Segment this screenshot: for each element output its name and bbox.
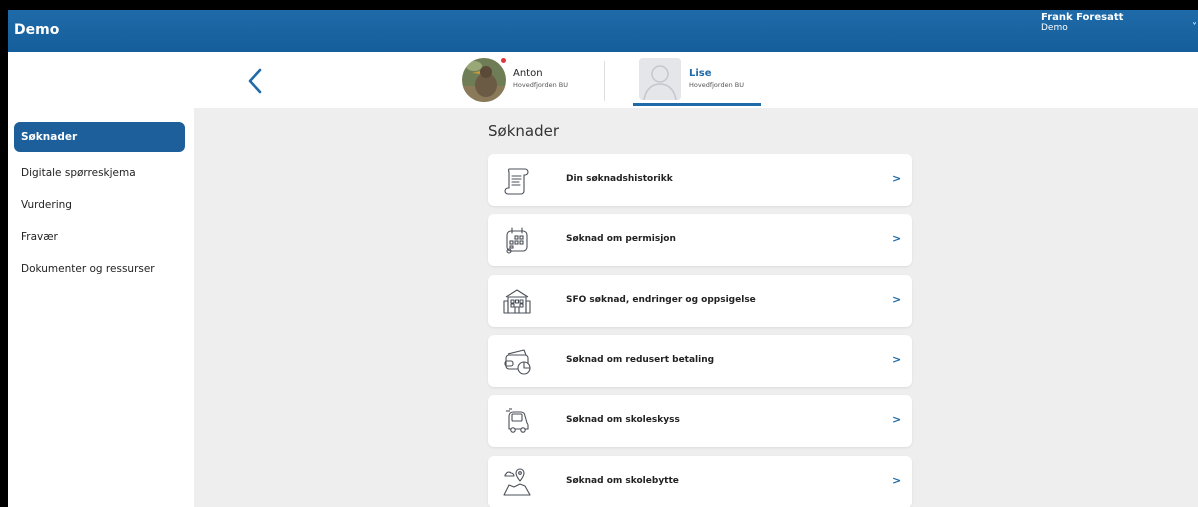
child-selector: Anton Hovedfjorden BU Lise Hovedfjorden … [8, 52, 1198, 108]
child-unit: Hovedfjorden BU [513, 81, 568, 89]
wallet-icon [504, 349, 531, 375]
card-label: Søknad om redusert betaling [566, 355, 715, 365]
back-button[interactable] [244, 66, 268, 96]
card-sfo[interactable]: SFO søknad, endringer og oppsigelse > [488, 275, 912, 327]
chevron-right-icon: > [892, 293, 902, 306]
card-label: Søknad om skolebytte [566, 476, 679, 486]
card-redusert-betaling[interactable]: Søknad om redusert betaling > [488, 335, 912, 387]
sidebar-item-digitale-sporreskjema[interactable]: Digitale spørreskjema [14, 158, 185, 188]
chevron-right-icon: > [892, 413, 902, 426]
card-soknadshistorikk[interactable]: Din søknadshistorikk > [488, 154, 912, 206]
user-org: Demo [1041, 23, 1068, 33]
card-skoleskyss[interactable]: Søknad om skoleskyss > [488, 395, 912, 447]
top-bar: Demo Frank Foresatt Demo ˅ [8, 10, 1198, 52]
chevron-right-icon: > [892, 172, 902, 185]
notification-badge [500, 57, 507, 64]
divider [604, 61, 605, 101]
school-building-icon [503, 289, 531, 314]
sidebar-item-fravaer[interactable]: Fravær [14, 222, 185, 252]
sidebar-item-vurdering[interactable]: Vurdering [14, 190, 185, 220]
card-label: Din søknadshistorikk [566, 174, 673, 184]
sidebar: Søknader Digitale spørreskjema Vurdering… [8, 108, 194, 507]
card-label: Søknad om permisjon [566, 234, 676, 244]
chevron-right-icon: > [892, 474, 902, 487]
avatar-placeholder-icon [639, 58, 681, 100]
app-window: Demo Frank Foresatt Demo ˅ Anton Hovedfj… [8, 10, 1198, 507]
user-name: Frank Foresatt [1041, 12, 1124, 23]
user-menu[interactable]: Frank Foresatt Demo [1041, 12, 1123, 34]
card-permisjon[interactable]: Søknad om permisjon > [488, 214, 912, 266]
chevron-right-icon: > [892, 353, 902, 366]
sidebar-item-dokumenter[interactable]: Dokumenter og ressurser [14, 254, 185, 284]
child-tab-lise[interactable]: Lise Hovedfjorden BU [633, 54, 761, 106]
child-name: Anton [513, 68, 543, 79]
page-title: Søknader [488, 122, 560, 140]
avatar [462, 58, 506, 102]
chevron-right-icon: > [892, 232, 902, 245]
app-title: Demo [14, 22, 60, 38]
child-unit: Hovedfjorden BU [689, 81, 744, 89]
chevron-down-icon[interactable]: ˅ [1192, 22, 1197, 33]
sidebar-item-soknader[interactable]: Søknader [14, 122, 185, 152]
card-label: Søknad om skoleskyss [566, 415, 680, 425]
child-tab-anton[interactable]: Anton Hovedfjorden BU [462, 54, 606, 106]
car-icon [506, 408, 529, 433]
main-content: Søknader Din søknadshistorikk > Søknad o… [194, 108, 1198, 507]
calendar-icon [506, 227, 528, 254]
child-name: Lise [689, 68, 712, 79]
map-pin-icon [503, 468, 531, 496]
scroll-icon [504, 168, 529, 195]
chevron-left-icon [248, 68, 262, 94]
card-skolebytte[interactable]: Søknad om skolebytte > [488, 456, 912, 507]
card-label: SFO søknad, endringer og oppsigelse [566, 295, 756, 305]
